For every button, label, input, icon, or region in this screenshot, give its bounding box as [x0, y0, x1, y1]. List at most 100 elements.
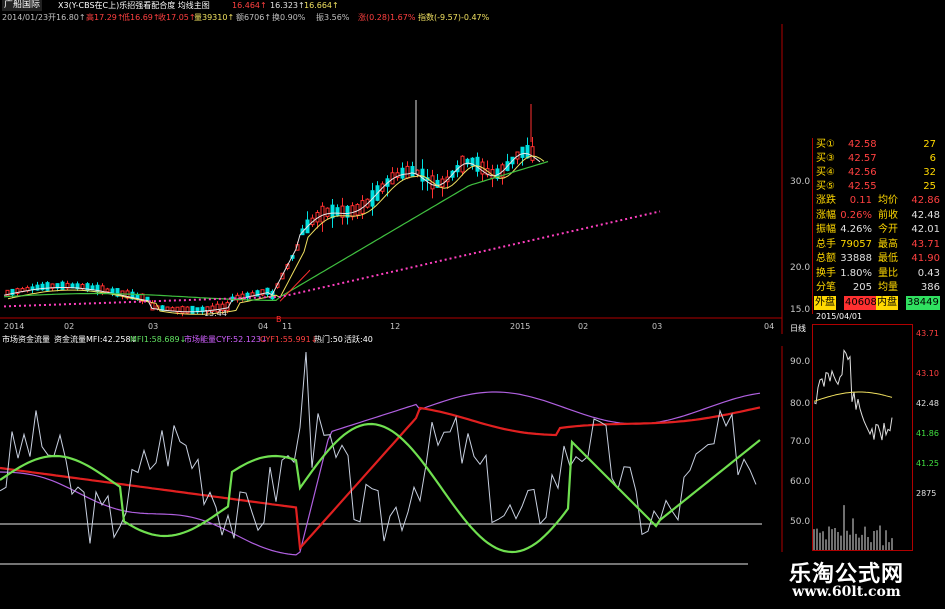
- intraday-y-tick: 41.25: [916, 459, 939, 468]
- mfi1-value: MFI1:58.689↓: [130, 335, 187, 344]
- bid-row[interactable]: 买③ 42.57 6: [814, 152, 942, 166]
- candle: [410, 166, 415, 177]
- candle: [105, 288, 110, 293]
- daily-tab[interactable]: 日线: [790, 324, 806, 334]
- stat-key: 最高: [878, 238, 898, 250]
- inner-value: 38449: [906, 296, 940, 310]
- indicator-line[interactable]: X3(Y-CBS在C上)乐招强看配合度 均线主图: [58, 1, 210, 11]
- quote-open: 开16.80↑: [48, 13, 86, 22]
- stat-value: 4.26%: [840, 224, 872, 235]
- ma-line-green: [3, 160, 549, 301]
- watermark-url[interactable]: www.60lt.com: [748, 584, 945, 600]
- quote-index: 指数(-9.57)-0.47%: [418, 13, 490, 22]
- stat-key: 总手: [816, 238, 836, 250]
- indicator-value-1: 16.464↑: [232, 1, 267, 10]
- stat-key: 换手: [816, 267, 836, 279]
- x-tick: 12: [390, 322, 400, 331]
- price-y-ticks: 30.00 20.00 15.00: [790, 177, 810, 315]
- hot-level: 热门:50: [314, 335, 343, 344]
- stat-key: 前收: [878, 209, 898, 221]
- bid-volume: 27: [923, 139, 936, 150]
- candle: [190, 305, 195, 315]
- stat-value: 79057: [840, 238, 872, 250]
- x-tick: 2015: [510, 322, 530, 331]
- stat-key: 振幅: [816, 224, 836, 235]
- bid-label: 买⑤: [816, 181, 835, 192]
- stat-key: 均价: [878, 195, 898, 206]
- x-tick: 02: [64, 322, 74, 331]
- bid-volume: 32: [923, 167, 936, 178]
- bid-row[interactable]: 买① 42.58 27: [814, 138, 942, 152]
- stat-value: 0.43: [917, 267, 940, 279]
- bid-price: 42.55: [848, 181, 877, 192]
- sub-chart-header: 市场资金流量 资金流量MFI:42.258↓ MFI1:58.689↓ 市场能量…: [0, 334, 780, 346]
- price-y-tick: 20.00: [790, 263, 810, 273]
- bid-label: 买③: [816, 153, 835, 164]
- intraday-price-line: [813, 348, 893, 441]
- inner-label: 内盘: [876, 296, 898, 310]
- stock-name[interactable]: 广船国际: [2, 0, 43, 11]
- stat-key: 量比: [878, 267, 898, 279]
- market-energy-cyf: 市场能量CYF:52.123↓: [184, 335, 268, 344]
- stat-key: 均量: [878, 282, 898, 293]
- candle: [45, 282, 50, 291]
- stat-value: 1.80%: [840, 267, 872, 279]
- sub-chart-title[interactable]: 市场资金流量: [2, 335, 50, 345]
- indicator-y-tick: 90.00: [790, 357, 810, 367]
- watermark: 乐淘公式网 www.60lt.com: [748, 552, 945, 609]
- price-x-ticks: 2014 02 03 04 11 12 2015 02 03 04: [4, 322, 774, 331]
- cyf1-value: CYF1:55.991↓: [260, 335, 318, 344]
- price-chart[interactable]: 30.00 20.00 15.00 2014 02 03 04 11 12 20…: [0, 24, 810, 334]
- stat-value: 42.01: [911, 224, 940, 235]
- quote-volume: 量39310↑: [194, 13, 235, 22]
- candle: [405, 165, 410, 179]
- indicator-chart[interactable]: 90.00 80.00 70.00 60.00 50.00: [0, 346, 810, 609]
- bid-volume: 6: [929, 153, 936, 164]
- bid-row[interactable]: 买④ 42.56 32: [814, 166, 942, 180]
- candle: [530, 146, 535, 161]
- ma-line-yellow: [7, 155, 545, 315]
- low-price-marker: 15.44: [204, 309, 227, 318]
- intraday-chart[interactable]: 43.71 43.10 41.86 41.25 42.48 2875: [812, 324, 945, 554]
- bid-price: 42.56: [848, 167, 877, 178]
- candle: [60, 281, 65, 290]
- quote-amount: 额6706↑: [236, 13, 272, 22]
- stat-value: 386: [920, 282, 940, 293]
- quote-line: 2014/01/23 开16.80↑ 高17.29↑ 低16.69↑ 收17.0…: [0, 12, 780, 24]
- intraday-y-tick: 43.71: [916, 329, 939, 338]
- bid-label: 买④: [816, 167, 835, 178]
- price-y-tick: 15.00: [790, 305, 810, 315]
- intraday-y-tick: 41.86: [916, 429, 939, 438]
- bid-row[interactable]: 买⑤ 42.55 25: [814, 180, 942, 194]
- bid-price: 42.57: [848, 153, 877, 164]
- x-tick: 2014: [4, 322, 24, 331]
- candle: [170, 307, 175, 312]
- candle: [400, 167, 405, 179]
- indicator-value-2: 16.323↑: [270, 1, 305, 10]
- price-y-tick: 30.00: [790, 177, 810, 187]
- intraday-volume-tick: 2875: [916, 489, 936, 498]
- panel-date: 2015/04/01: [816, 312, 863, 321]
- quote-date: 2014/01/23: [2, 13, 49, 22]
- indicator-value-3: 16.664↑: [304, 1, 339, 10]
- cyf-line: [0, 391, 761, 556]
- mfi-line: [0, 351, 757, 544]
- candle: [520, 146, 525, 158]
- signal-marker: B: [276, 315, 282, 324]
- outer-label: 外盘: [814, 296, 836, 310]
- intraday-frame: [812, 324, 913, 551]
- candle: [525, 145, 530, 159]
- intraday-y-ticks: 43.71 43.10: [916, 329, 939, 378]
- stat-key: 涨跌: [816, 195, 836, 206]
- candle: [135, 294, 140, 299]
- stat-key: 今开: [878, 224, 898, 235]
- candle: [350, 205, 355, 218]
- cyf1-line: [0, 406, 761, 551]
- candle: [145, 296, 150, 301]
- stat-row: 分笔 205 均量 386: [814, 281, 942, 295]
- intraday-volume: [813, 505, 893, 550]
- stat-row: 振幅 4.26% 今开 42.01: [814, 223, 942, 237]
- stat-key: 总额: [816, 253, 836, 264]
- stat-value: 43.71: [911, 238, 940, 250]
- x-tick: 04: [764, 322, 774, 331]
